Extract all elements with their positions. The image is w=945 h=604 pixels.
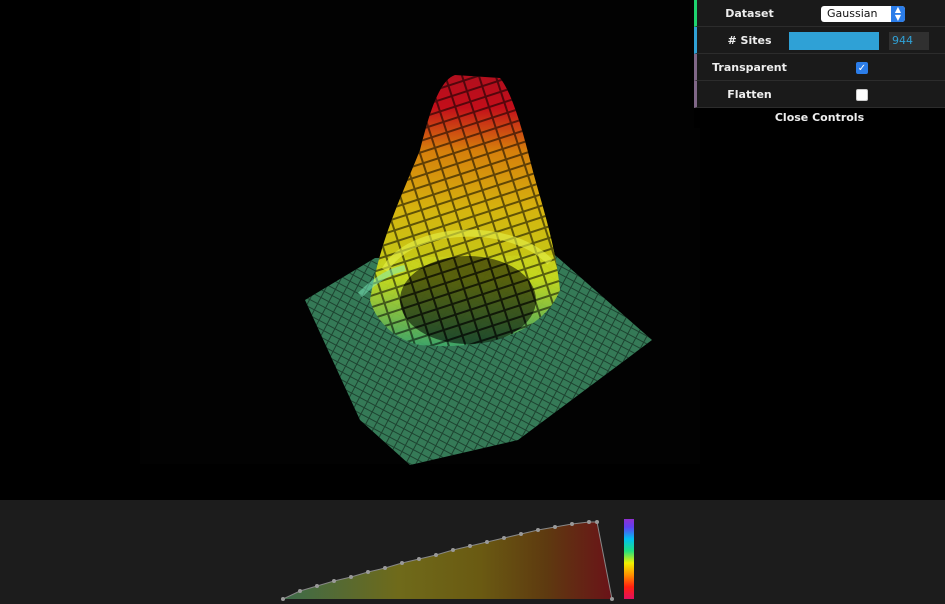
flatten-label: Flatten — [727, 87, 772, 101]
sites-input[interactable]: 944 — [889, 32, 929, 50]
controls-panel: Dataset Gaussian ▲ ▼ # Sites 944 Transpar… — [694, 0, 945, 128]
sites-slider-fill — [789, 32, 879, 50]
flatten-row[interactable]: Flatten — [694, 81, 945, 108]
sites-label: # Sites — [727, 33, 772, 47]
sites-slider[interactable] — [789, 32, 879, 50]
color-bar — [624, 519, 634, 599]
checkmark-icon: ✓ — [857, 63, 867, 74]
chevron-updown-icon: ▲ ▼ — [891, 6, 905, 22]
flatten-checkbox[interactable] — [856, 89, 868, 101]
transparent-label: Transparent — [712, 60, 787, 74]
transparent-row[interactable]: Transparent ✓ — [694, 54, 945, 81]
dataset-label: Dataset — [725, 6, 774, 20]
transparent-checkbox[interactable]: ✓ — [856, 62, 868, 74]
opacity-curve-area — [283, 522, 612, 599]
transfer-function-editor[interactable] — [0, 500, 945, 604]
sites-row: # Sites 944 — [694, 27, 945, 54]
dataset-select[interactable]: Gaussian ▲ ▼ — [821, 6, 905, 22]
dataset-row: Dataset Gaussian ▲ ▼ — [694, 0, 945, 27]
dataset-value: Gaussian — [827, 7, 878, 20]
close-controls-button[interactable]: Close Controls — [694, 108, 945, 128]
